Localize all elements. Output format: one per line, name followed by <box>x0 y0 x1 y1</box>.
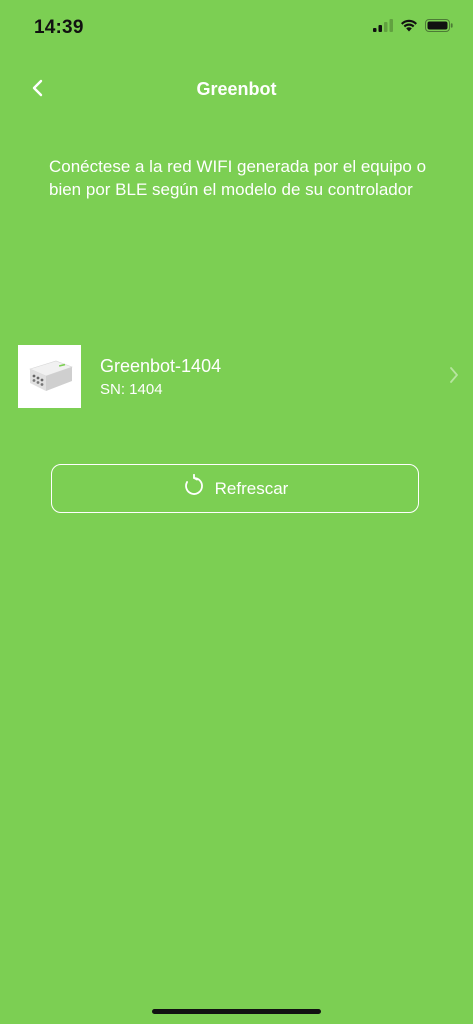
refresh-icon <box>182 473 206 503</box>
controller-device-image <box>18 345 81 408</box>
instructions-text: Conéctese a la red WIFI generada por el … <box>49 157 427 199</box>
wifi-icon <box>400 19 418 37</box>
refresh-button-label: Refrescar <box>214 478 289 498</box>
device-list-item[interactable]: Greenbot-1404 SN: 1404 <box>0 344 473 410</box>
nav-bar: Greenbot <box>0 64 473 116</box>
device-serial-number: SN: 1404 <box>100 381 163 398</box>
home-indicator[interactable] <box>152 1009 321 1014</box>
status-time: 14:39 <box>34 17 84 38</box>
refresh-button[interactable]: Refrescar <box>51 464 419 513</box>
page-title: Greenbot <box>196 79 277 99</box>
cellular-signal-icon <box>373 19 393 37</box>
chevron-right-icon <box>449 366 459 389</box>
device-name: Greenbot-1404 <box>100 356 222 376</box>
status-icons <box>373 19 453 37</box>
battery-icon <box>425 19 453 37</box>
status-bar: 14:39 <box>0 0 473 56</box>
